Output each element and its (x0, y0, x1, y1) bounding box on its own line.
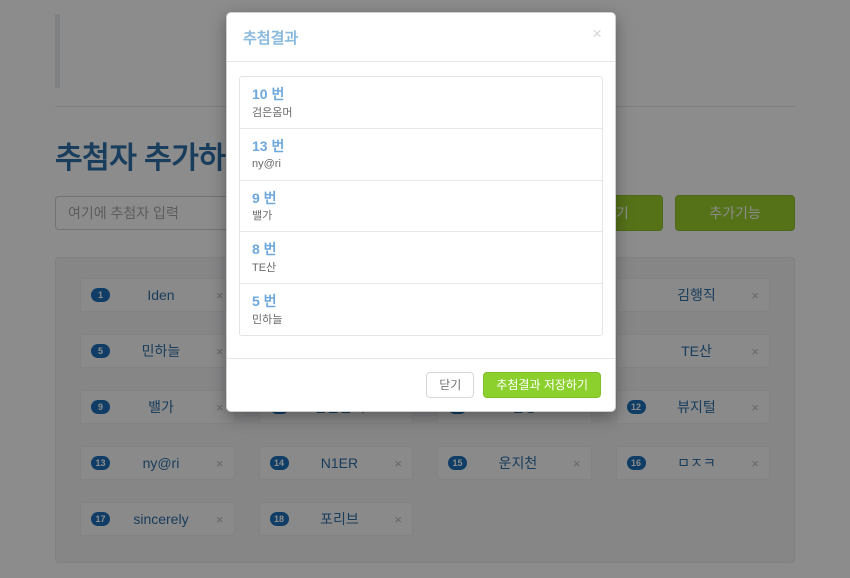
save-result-button[interactable]: 추첨결과 저장하기 (483, 371, 601, 398)
modal-title: 추첨결과 (243, 30, 299, 47)
result-name: 검은옴머 (252, 106, 293, 119)
list-item[interactable]: 9 번 밸가 (240, 181, 602, 233)
result-rank: 10 번 (252, 86, 285, 102)
close-icon[interactable]: × (592, 25, 602, 42)
result-name: ny@ri (252, 158, 281, 171)
result-rank: 8 번 (252, 241, 277, 258)
draw-result-list: 10 번 검은옴머 13 번 ny@ri 9 번 밸가 8 번 TE산 5 번 … (239, 76, 603, 336)
modal-close-button[interactable]: 닫기 (426, 371, 475, 398)
result-rank: 5 번 (252, 293, 277, 310)
modal-body: 10 번 검은옴머 13 번 ny@ri 9 번 밸가 8 번 TE산 5 번 … (227, 62, 615, 358)
list-item[interactable]: 10 번 검은옴머 (240, 77, 602, 129)
result-rank: 13 번 (252, 137, 285, 154)
list-item[interactable]: 8 번 TE산 (240, 232, 602, 285)
result-rank: 9 번 (252, 189, 277, 206)
modal-header: 추첨결과 × (227, 13, 615, 62)
list-item[interactable]: 13 번 ny@ri (240, 129, 602, 181)
result-name: 민하늘 (252, 313, 283, 326)
modal-footer: 닫기 추첨결과 저장하기 (227, 357, 615, 411)
result-name: 밸가 (252, 210, 273, 223)
list-item[interactable]: 5 번 민하늘 (240, 284, 602, 335)
draw-result-modal: 추첨결과 × 10 번 검은옴머 13 번 ny@ri 9 번 밸가 8 번 T… (226, 12, 616, 412)
result-name: TE산 (252, 261, 277, 274)
